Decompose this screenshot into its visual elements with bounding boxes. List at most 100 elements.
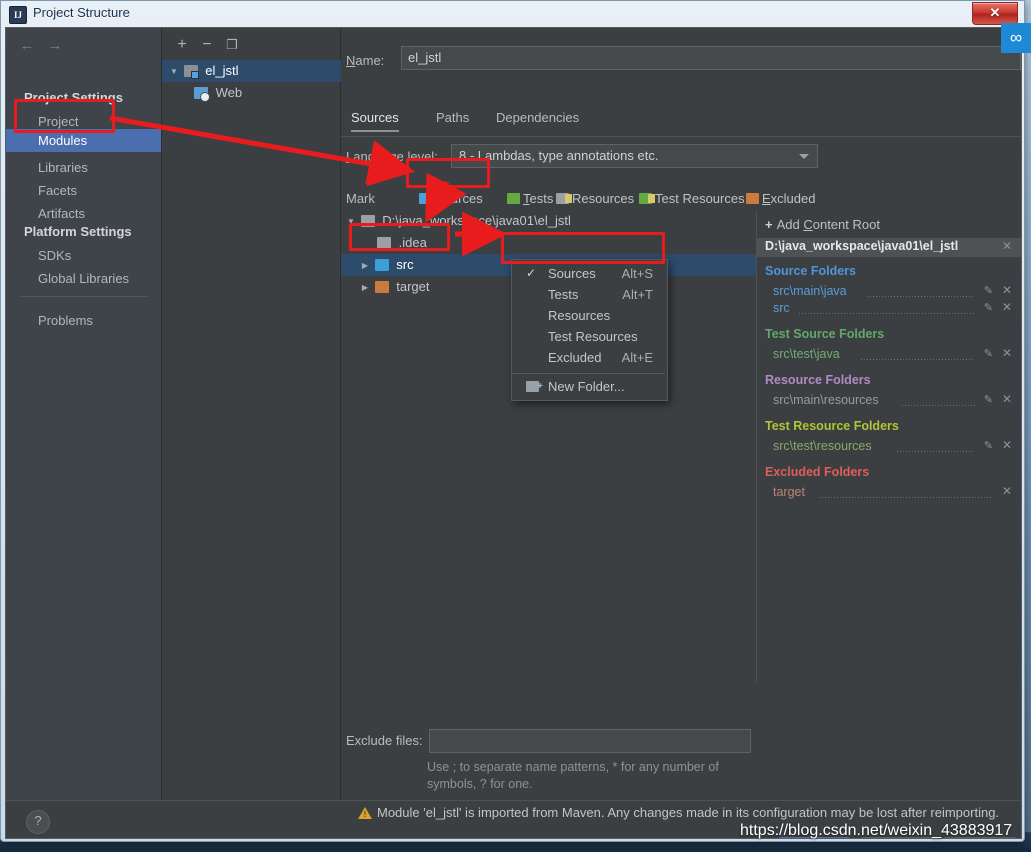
content-root-header[interactable]: D:\java_workspace\java01\el_jstl ✕ — [757, 238, 1021, 257]
section-title-test-source-folders: Test Source Folders — [765, 327, 885, 341]
language-level-label: Language level: — [346, 149, 438, 164]
remove-content-root-icon[interactable]: ✕ — [1002, 239, 1012, 253]
expander-icon[interactable]: ▶ — [359, 277, 371, 299]
add-content-root-button[interactable]: + Add Content Root — [765, 217, 880, 232]
menu-item-test-resources[interactable]: Test Resources — [512, 326, 665, 347]
blue-folder-icon — [419, 193, 432, 204]
remove-icon[interactable]: ✕ — [1002, 283, 1012, 297]
menu-item-accelerator: Alt+E — [621, 350, 653, 365]
root-entry-path: src — [773, 301, 790, 315]
module-node-el-jstl[interactable]: ▼ el_jstl — [162, 60, 346, 82]
menu-item-sources[interactable]: ✓ Sources Alt+S — [512, 263, 665, 284]
remove-icon[interactable]: ✕ — [1002, 484, 1012, 498]
module-toolbar: + − ❐ — [162, 32, 340, 58]
sidebar-nav: ← → — [6, 32, 161, 60]
root-entry-target[interactable]: target ✕ — [757, 484, 1021, 502]
content-roots-panel: + Add Content Root D:\java_workspace\java… — [757, 210, 1021, 682]
edit-icon[interactable]: ✎ — [984, 284, 993, 297]
language-level-select[interactable]: 8 - Lambdas, type annotations etc. — [451, 144, 818, 168]
exclude-files-hint: Use ; to separate name patterns, * for a… — [427, 759, 757, 793]
menu-item-resources[interactable]: Resources — [512, 305, 665, 326]
chevron-down-icon[interactable] — [799, 154, 809, 159]
copy-module-icon[interactable]: ❐ — [222, 35, 242, 55]
menu-item-new-folder[interactable]: New Folder... — [512, 376, 665, 397]
remove-icon[interactable]: ✕ — [1002, 300, 1012, 314]
add-module-icon[interactable]: + — [172, 35, 192, 55]
menu-item-label: Test Resources — [548, 329, 638, 344]
edit-icon[interactable]: ✎ — [984, 347, 993, 360]
gray-folder-icon — [360, 215, 375, 227]
exclude-files-input[interactable] — [429, 729, 751, 753]
forward-icon[interactable]: → — [44, 37, 66, 55]
mark-button-resources[interactable]: Resources — [556, 191, 634, 206]
sidebar-divider — [20, 296, 148, 297]
dot-leader — [897, 451, 975, 452]
test-resource-folder-icon — [639, 193, 655, 204]
tree-row-content-root[interactable]: ▼ D:\java_workspace\java01\el_jstl — [341, 210, 760, 232]
dot-leader — [867, 296, 975, 297]
close-icon[interactable]: ✕ — [972, 2, 1018, 25]
mark-button-test-resources[interactable]: Test Resources — [639, 191, 745, 206]
expander-icon[interactable]: ▼ — [345, 211, 357, 233]
root-entry-path: src\test\resources — [773, 439, 872, 453]
tree-row-label: src — [396, 257, 414, 272]
exclude-hint-line-2: symbols, ? for one. — [427, 777, 533, 791]
sidebar-item-libraries[interactable]: Libraries — [6, 156, 161, 179]
name-input[interactable]: el_jstl — [401, 46, 1021, 70]
orange-folder-icon — [374, 281, 389, 293]
remove-icon[interactable]: ✕ — [1002, 346, 1012, 360]
side-app-icon[interactable]: ∞ — [1001, 23, 1031, 53]
maven-warning-text: Module 'el_jstl' is imported from Maven.… — [377, 805, 1000, 820]
edit-icon[interactable]: ✎ — [984, 439, 993, 452]
dialog-body: ← → Project Settings Project Modules Lib… — [5, 27, 1022, 839]
module-editor-panel: Name: el_jstl Sources Paths Dependencies… — [341, 28, 1021, 800]
root-entry-src[interactable]: src ✎ ✕ — [757, 300, 1021, 318]
exclude-hint-line-1: Use ; to separate name patterns, * for a… — [427, 760, 719, 774]
sidebar-item-facets[interactable]: Facets — [6, 179, 161, 202]
mark-label: Mark — [346, 191, 375, 206]
tab-paths[interactable]: Paths — [436, 110, 469, 130]
menu-item-excluded[interactable]: Excluded Alt+E — [512, 347, 665, 368]
tree-row-label: .idea — [398, 235, 427, 250]
mark-button-excluded[interactable]: Excluded — [746, 191, 815, 206]
menu-item-label: Excluded — [548, 350, 602, 365]
sidebar-item-problems[interactable]: Problems — [6, 309, 161, 332]
expander-icon[interactable]: ▶ — [359, 255, 371, 277]
mark-button-tests[interactable]: Tests — [507, 191, 553, 206]
mark-button-sources[interactable]: Sources — [419, 191, 483, 206]
back-icon[interactable]: ← — [16, 37, 38, 55]
root-entry-src-main-java[interactable]: src\main\java ✎ ✕ — [757, 283, 1021, 301]
tab-sources[interactable]: Sources — [351, 110, 399, 132]
root-entry-path: src\main\resources — [773, 393, 879, 407]
exclude-files-label: Exclude files: — [346, 733, 423, 748]
edit-icon[interactable]: ✎ — [984, 393, 993, 406]
tree-row-label: D:\java_workspace\java01\el_jstl — [382, 213, 571, 228]
tab-underline — [341, 136, 1021, 137]
edit-icon[interactable]: ✎ — [984, 301, 993, 314]
sidebar-item-sdks[interactable]: SDKs — [6, 244, 161, 267]
tree-row-idea[interactable]: .idea — [341, 232, 792, 254]
root-entry-path: src\test\java — [773, 347, 840, 361]
web-facet-icon — [194, 87, 210, 102]
help-icon[interactable]: ? — [26, 810, 50, 834]
sidebar-item-global-libraries[interactable]: Global Libraries — [6, 267, 161, 290]
dot-leader — [902, 405, 975, 406]
sidebar-item-modules[interactable]: Modules — [6, 129, 161, 152]
remove-icon[interactable]: ✕ — [1002, 392, 1012, 406]
root-entry-src-test-java[interactable]: src\test\java ✎ ✕ — [757, 346, 1021, 364]
module-node-label: Web — [215, 85, 243, 100]
menu-item-accelerator: Alt+S — [621, 266, 653, 281]
remove-icon[interactable]: ✕ — [1002, 438, 1012, 452]
settings-sidebar: ← → Project Settings Project Modules Lib… — [6, 28, 162, 800]
remove-module-icon[interactable]: − — [197, 35, 217, 55]
dot-leader — [799, 313, 975, 314]
sidebar-item-artifacts[interactable]: Artifacts — [6, 202, 161, 225]
root-entry-src-main-resources[interactable]: src\main\resources ✎ ✕ — [757, 392, 1021, 410]
plus-icon: + — [765, 217, 773, 232]
watermark: https://blog.csdn.net/weixin_43883917 — [740, 822, 1013, 839]
tab-dependencies[interactable]: Dependencies — [496, 110, 579, 130]
resource-folder-icon — [556, 193, 572, 204]
menu-item-tests[interactable]: Tests Alt+T — [512, 284, 665, 305]
root-entry-src-test-resources[interactable]: src\test\resources ✎ ✕ — [757, 438, 1021, 456]
expander-icon[interactable]: ▼ — [168, 61, 180, 83]
